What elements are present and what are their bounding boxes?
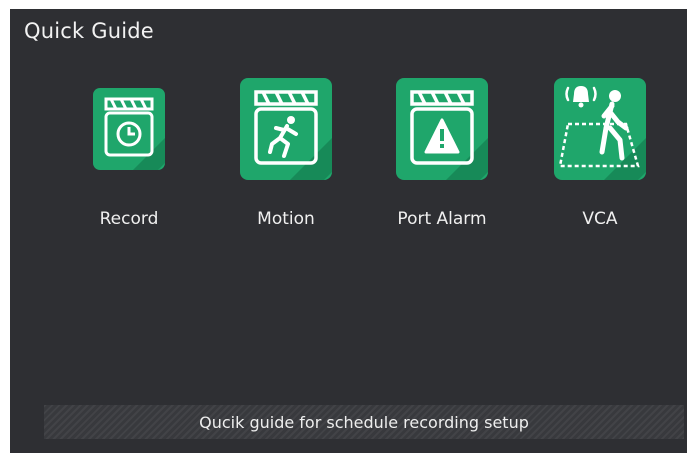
record-tile[interactable] [93,88,165,170]
page-title: Quick Guide [24,19,154,43]
vca-person-alarm-icon [554,78,646,180]
record-label[interactable]: Record [54,209,204,229]
vca-tile[interactable] [554,78,646,180]
vca-label[interactable]: VCA [525,209,675,229]
port-alarm-clapper-warning-icon [396,78,488,180]
motion-clapper-running-icon [240,78,332,180]
motion-label[interactable]: Motion [211,209,361,229]
port-alarm-tile[interactable] [396,78,488,180]
record-clapper-clock-icon [93,88,165,170]
quick-guide-panel: Quick Guide Record Motion Port Alarm VCA… [10,9,687,453]
port-alarm-label[interactable]: Port Alarm [367,209,517,229]
footer-hint-text: Qucik guide for schedule recording setup [199,412,529,432]
motion-tile[interactable] [240,78,332,180]
footer-hint-bar: Qucik guide for schedule recording setup [44,405,684,439]
